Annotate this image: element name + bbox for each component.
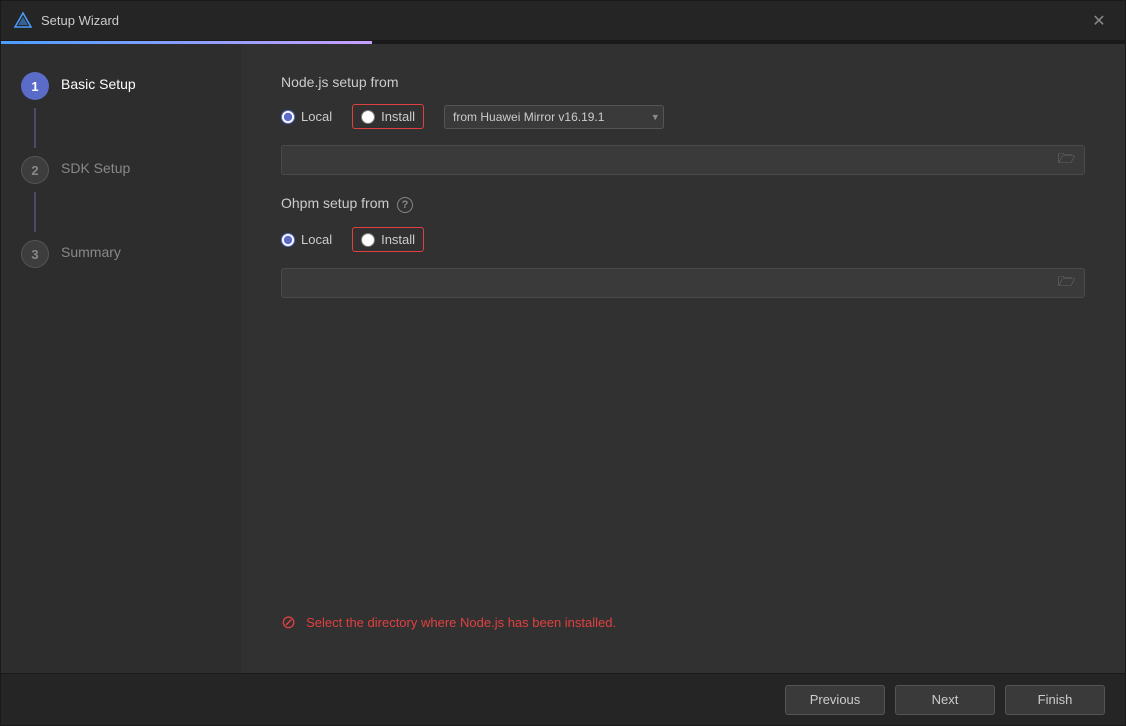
nodejs-mirror-wrapper: from Huawei Mirror v16.19.1: [444, 105, 664, 129]
nodejs-radio-row: Local Install from Huawei Mirror v16.19.…: [281, 104, 1085, 129]
right-panel: Node.js setup from Local Install from Hu…: [241, 44, 1125, 673]
bottom-bar: Previous Next Finish: [1, 673, 1125, 725]
titlebar: Setup Wizard ✕: [1, 1, 1125, 41]
sidebar: 1 Basic Setup 2 SDK Setup 3 Summary: [1, 44, 241, 673]
nodejs-local-radio[interactable]: [281, 110, 295, 124]
ohpm-install-highlight: Install: [352, 227, 424, 252]
ohpm-browse-button[interactable]: 🗁: [1049, 268, 1085, 298]
step-item-1[interactable]: 1 Basic Setup: [1, 64, 241, 108]
ohpm-local-option[interactable]: Local: [281, 232, 332, 247]
window-title: Setup Wizard: [41, 13, 1085, 28]
ohpm-install-radio[interactable]: [361, 233, 375, 247]
ohpm-file-row: 🗁: [281, 268, 1085, 298]
nodejs-browse-icon: 🗁: [1058, 148, 1075, 172]
error-text: Select the directory where Node.js has b…: [306, 615, 616, 630]
step-label-1: Basic Setup: [61, 72, 136, 92]
app-logo-icon: [13, 11, 33, 31]
nodejs-section-title: Node.js setup from: [281, 74, 1085, 90]
nodejs-file-row: 🗁: [281, 145, 1085, 175]
step-item-2[interactable]: 2 SDK Setup: [1, 148, 241, 192]
spacer: [281, 318, 1085, 602]
ohpm-browse-icon: 🗁: [1058, 271, 1075, 295]
error-section: ⊘ Select the directory where Node.js has…: [281, 602, 1085, 643]
nodejs-path-input[interactable]: [281, 145, 1049, 175]
ohpm-install-label: Install: [381, 232, 415, 247]
ohpm-radio-row: Local Install: [281, 227, 1085, 252]
next-button[interactable]: Next: [895, 685, 995, 715]
step-item-3[interactable]: 3 Summary: [1, 232, 241, 276]
ohpm-help-icon[interactable]: ?: [397, 197, 413, 213]
nodejs-install-radio[interactable]: [361, 110, 375, 124]
ohpm-local-radio[interactable]: [281, 233, 295, 247]
nodejs-install-highlight: Install: [352, 104, 424, 129]
step-circle-3: 3: [21, 240, 49, 268]
step-label-3: Summary: [61, 240, 121, 260]
previous-button[interactable]: Previous: [785, 685, 885, 715]
nodejs-browse-button[interactable]: 🗁: [1049, 145, 1085, 175]
nodejs-install-option[interactable]: Install: [361, 109, 415, 124]
close-button[interactable]: ✕: [1085, 7, 1113, 35]
step-connector-2-3: [34, 192, 36, 232]
nodejs-local-label: Local: [301, 109, 332, 124]
setup-wizard-window: Setup Wizard ✕ 1 Basic Setup 2 SDK Setup…: [0, 0, 1126, 726]
finish-button[interactable]: Finish: [1005, 685, 1105, 715]
nodejs-local-option[interactable]: Local: [281, 109, 332, 124]
ohpm-path-input[interactable]: [281, 268, 1049, 298]
step-connector-1-2: [34, 108, 36, 148]
ohpm-title-text: Ohpm setup from: [281, 195, 389, 211]
nodejs-mirror-select[interactable]: from Huawei Mirror v16.19.1: [444, 105, 664, 129]
step-label-2: SDK Setup: [61, 156, 130, 176]
main-content: 1 Basic Setup 2 SDK Setup 3 Summary Node…: [1, 44, 1125, 673]
ohpm-local-label: Local: [301, 232, 332, 247]
step-circle-2: 2: [21, 156, 49, 184]
step-circle-1: 1: [21, 72, 49, 100]
ohpm-install-option[interactable]: Install: [361, 232, 415, 247]
nodejs-install-label: Install: [381, 109, 415, 124]
ohpm-section-title: Ohpm setup from ?: [281, 195, 1085, 213]
error-icon: ⊘: [281, 612, 296, 633]
